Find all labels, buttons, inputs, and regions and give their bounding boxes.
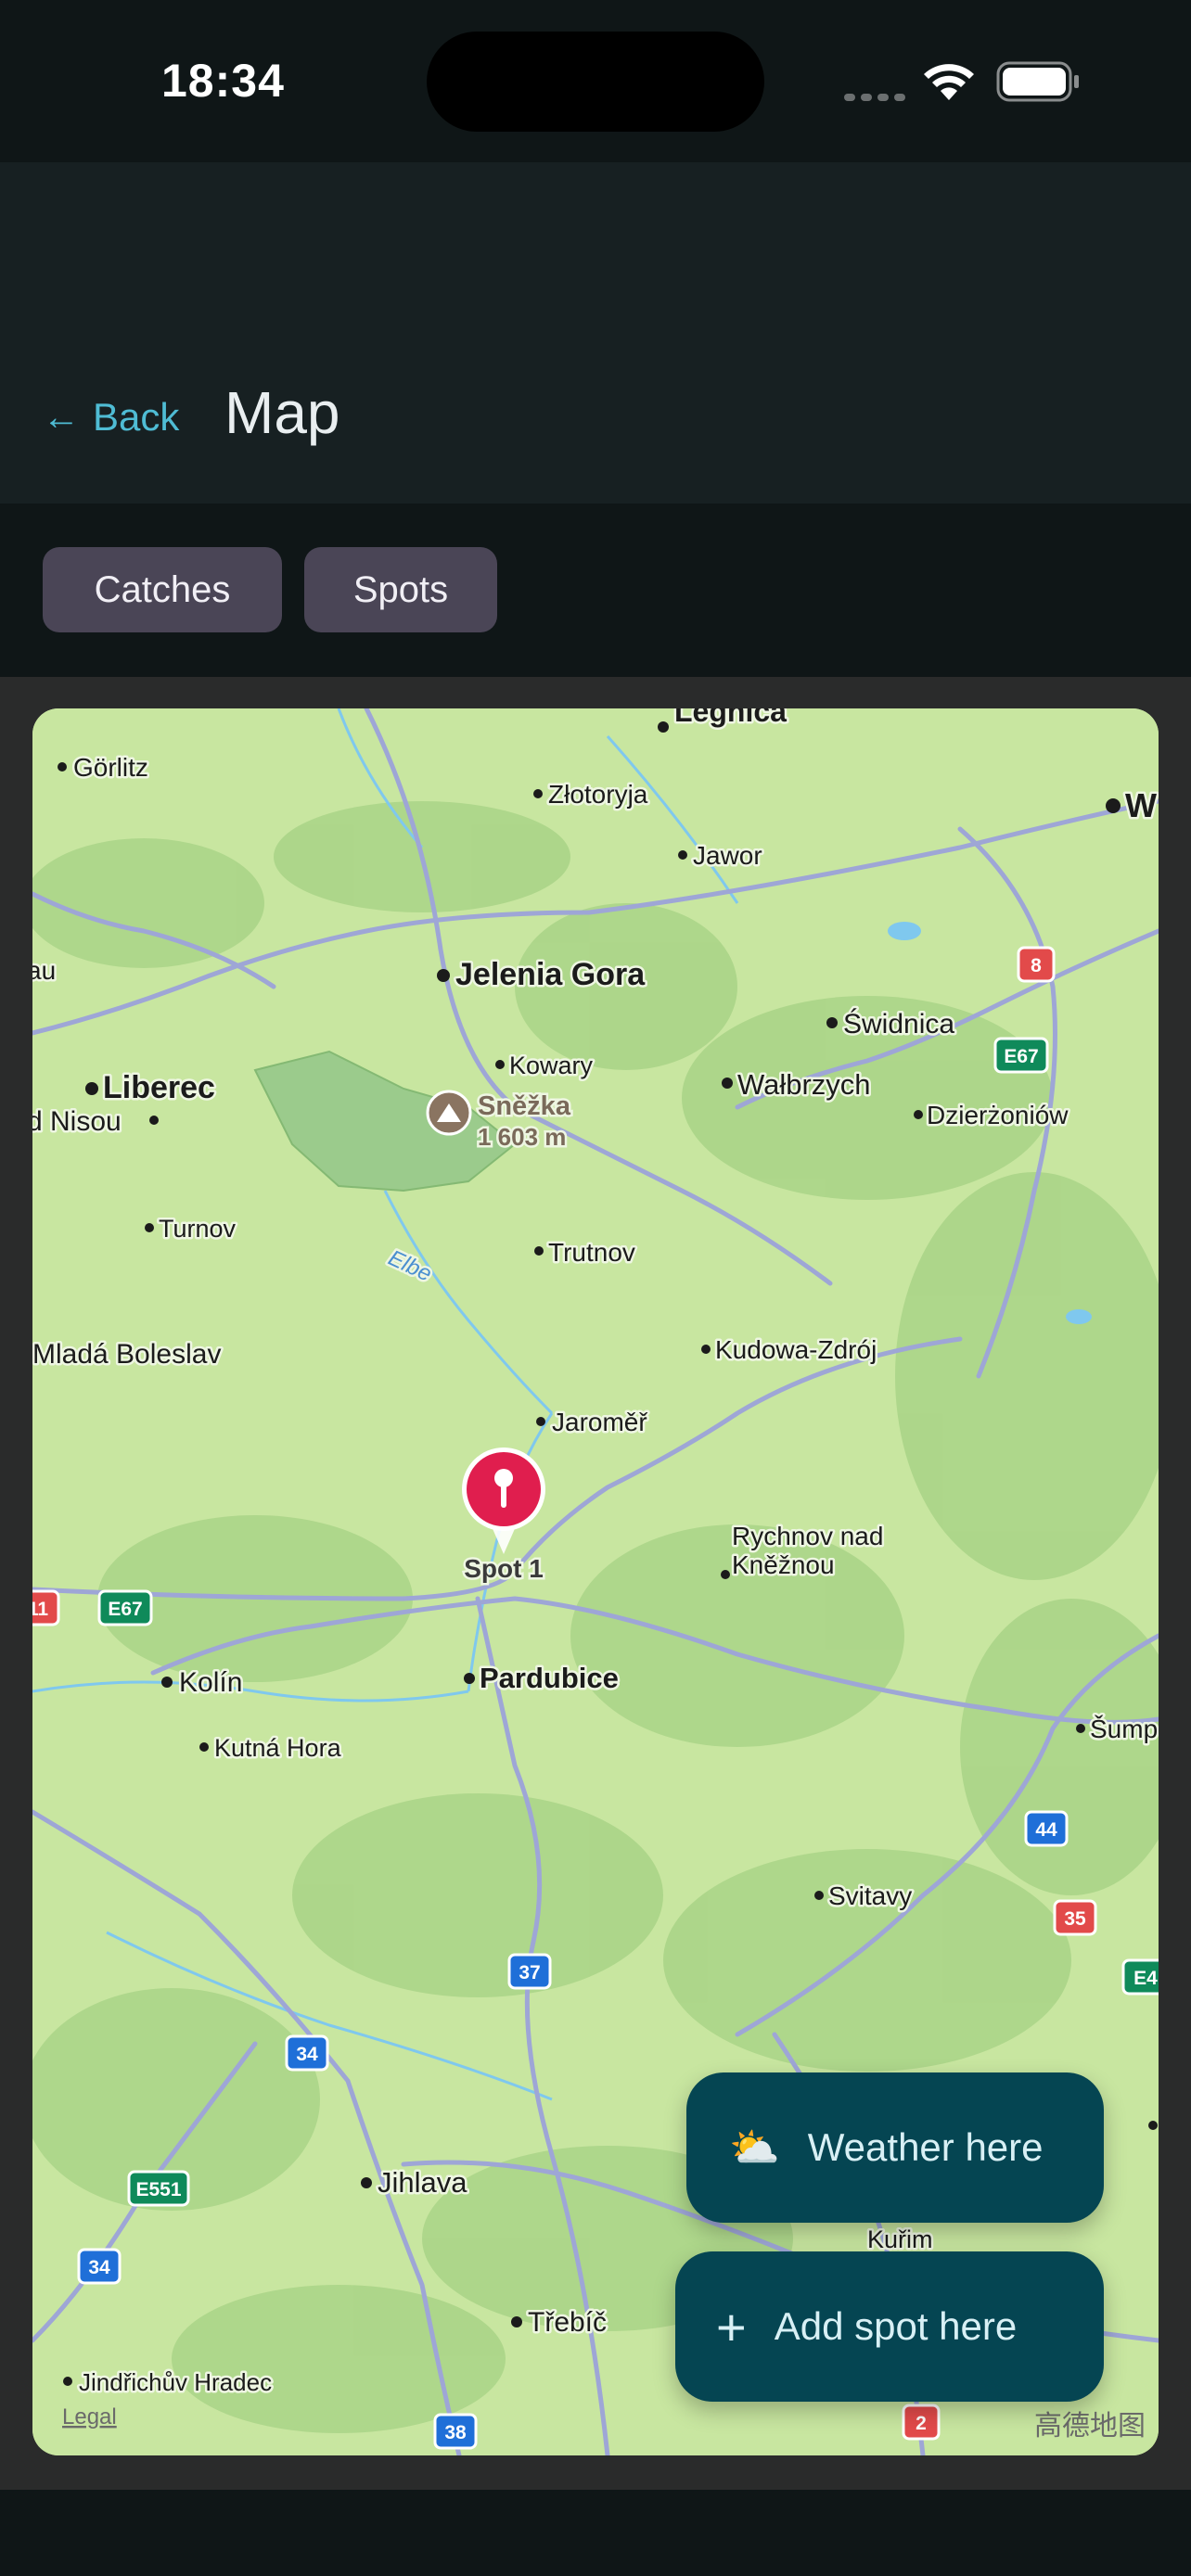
road-shield: 38 (433, 2413, 478, 2450)
dynamic-island (427, 32, 764, 132)
place-label: Świdnica (843, 1008, 954, 1039)
road-shield: E4 (1121, 1958, 1159, 1996)
back-label: Back (93, 395, 180, 439)
svg-text:E67: E67 (108, 1599, 142, 1620)
svg-text:37: 37 (519, 1962, 540, 1983)
place-label: Kowary (509, 1052, 594, 1079)
svg-text:38: 38 (444, 2422, 467, 2443)
place-label: Rychnov nad (732, 1522, 883, 1550)
bottom-bar (0, 2490, 1191, 2576)
road-shield: 37 (507, 1953, 552, 1990)
lake (888, 922, 921, 940)
place-label: au (32, 956, 56, 985)
place-label: Kutná Hora (214, 1734, 342, 1762)
place-label: Třebíč (528, 2307, 607, 2338)
place-label: Turnov (159, 1215, 237, 1243)
svg-text:E4: E4 (1133, 1968, 1158, 1989)
place-label: Wałbrzych (737, 1068, 871, 1101)
status-time: 18:34 (161, 55, 285, 107)
place-label: Liberec (103, 1070, 215, 1105)
place-label: Dzierżoniów (927, 1101, 1069, 1129)
road-shield: 35 (1053, 1899, 1097, 1936)
place-label: Jindřichův Hradec (79, 2368, 272, 2396)
road-shield: 34 (77, 2248, 122, 2285)
lake (1066, 1309, 1092, 1324)
place-label: W (1125, 786, 1157, 824)
place-label: Jihlava (378, 2166, 467, 2199)
spot-pin[interactable]: Spot 1 (462, 1447, 545, 1586)
weather-here-button[interactable]: ⛅ Weather here (686, 2072, 1104, 2223)
header (0, 162, 1191, 504)
place-label: Kudowa-Zdrój (715, 1335, 877, 1364)
place-label: Pardubice (480, 1662, 619, 1694)
place-label: Kuřim (867, 2225, 933, 2253)
tab-spots[interactable]: Spots (304, 547, 497, 632)
svg-text:8: 8 (1031, 955, 1042, 976)
road-shield: 34 (285, 2034, 329, 2072)
svg-text:34: 34 (296, 2044, 318, 2065)
svg-text:2: 2 (916, 2413, 927, 2434)
map-attribution: 高德地图 (1034, 2411, 1146, 2442)
road-shield: E67 (97, 1589, 153, 1626)
cloud-sun-icon: ⛅ (729, 2125, 780, 2171)
place-label: Görlitz (73, 753, 148, 782)
battery-icon (996, 61, 1079, 102)
place-label: Mladá Boleslav (32, 1339, 221, 1370)
weather-here-label: Weather here (807, 2125, 1044, 2169)
place-label: Svitavy (828, 1881, 912, 1910)
mountain-name: Sněžka (478, 1091, 571, 1121)
road-shield: E551 (127, 2170, 190, 2207)
place-label: Trutnov (548, 1238, 635, 1267)
road-shield: E67 (993, 1037, 1049, 1074)
place-label: Kolín (179, 1667, 242, 1698)
svg-text:35: 35 (1064, 1908, 1086, 1930)
status-bar: 18:34 (0, 0, 1191, 162)
svg-text:44: 44 (1035, 1819, 1057, 1841)
add-spot-label: Add spot here (774, 2304, 1018, 2348)
signal-icon (844, 89, 911, 106)
back-button[interactable]: ← Back (43, 389, 179, 445)
svg-text:E551: E551 (135, 2179, 181, 2200)
place-label: d Nisou (32, 1106, 122, 1137)
spot-label: Spot 1 (464, 1554, 544, 1583)
tab-catches[interactable]: Catches (43, 547, 282, 632)
svg-text:11: 11 (32, 1599, 48, 1620)
place-label: Jaroměř (552, 1408, 647, 1436)
mountain-elevation: 1 603 m (478, 1123, 566, 1151)
svg-text:E67: E67 (1004, 1046, 1038, 1067)
add-spot-button[interactable]: + Add spot here (675, 2251, 1104, 2402)
place-label: Kněžnou (732, 1550, 835, 1579)
road-shield: 11 (32, 1589, 60, 1626)
legal-link[interactable]: Legal (62, 2404, 117, 2429)
wifi-icon (924, 64, 974, 100)
place-label: Legnica (674, 708, 787, 728)
plus-icon: + (716, 2297, 747, 2356)
road-shield: 2 (902, 2404, 941, 2441)
place-label: Jawor (693, 841, 762, 870)
road-shield: 8 (1017, 946, 1056, 983)
road-shield: 44 (1024, 1810, 1069, 1847)
place-label: Złotoryja (548, 780, 648, 809)
svg-text:34: 34 (88, 2257, 110, 2278)
place-label: Jelenia Gora (455, 957, 646, 992)
page-title: Map (224, 379, 340, 446)
place-label: Šump (1090, 1715, 1158, 1743)
back-arrow-icon: ← (43, 396, 80, 438)
